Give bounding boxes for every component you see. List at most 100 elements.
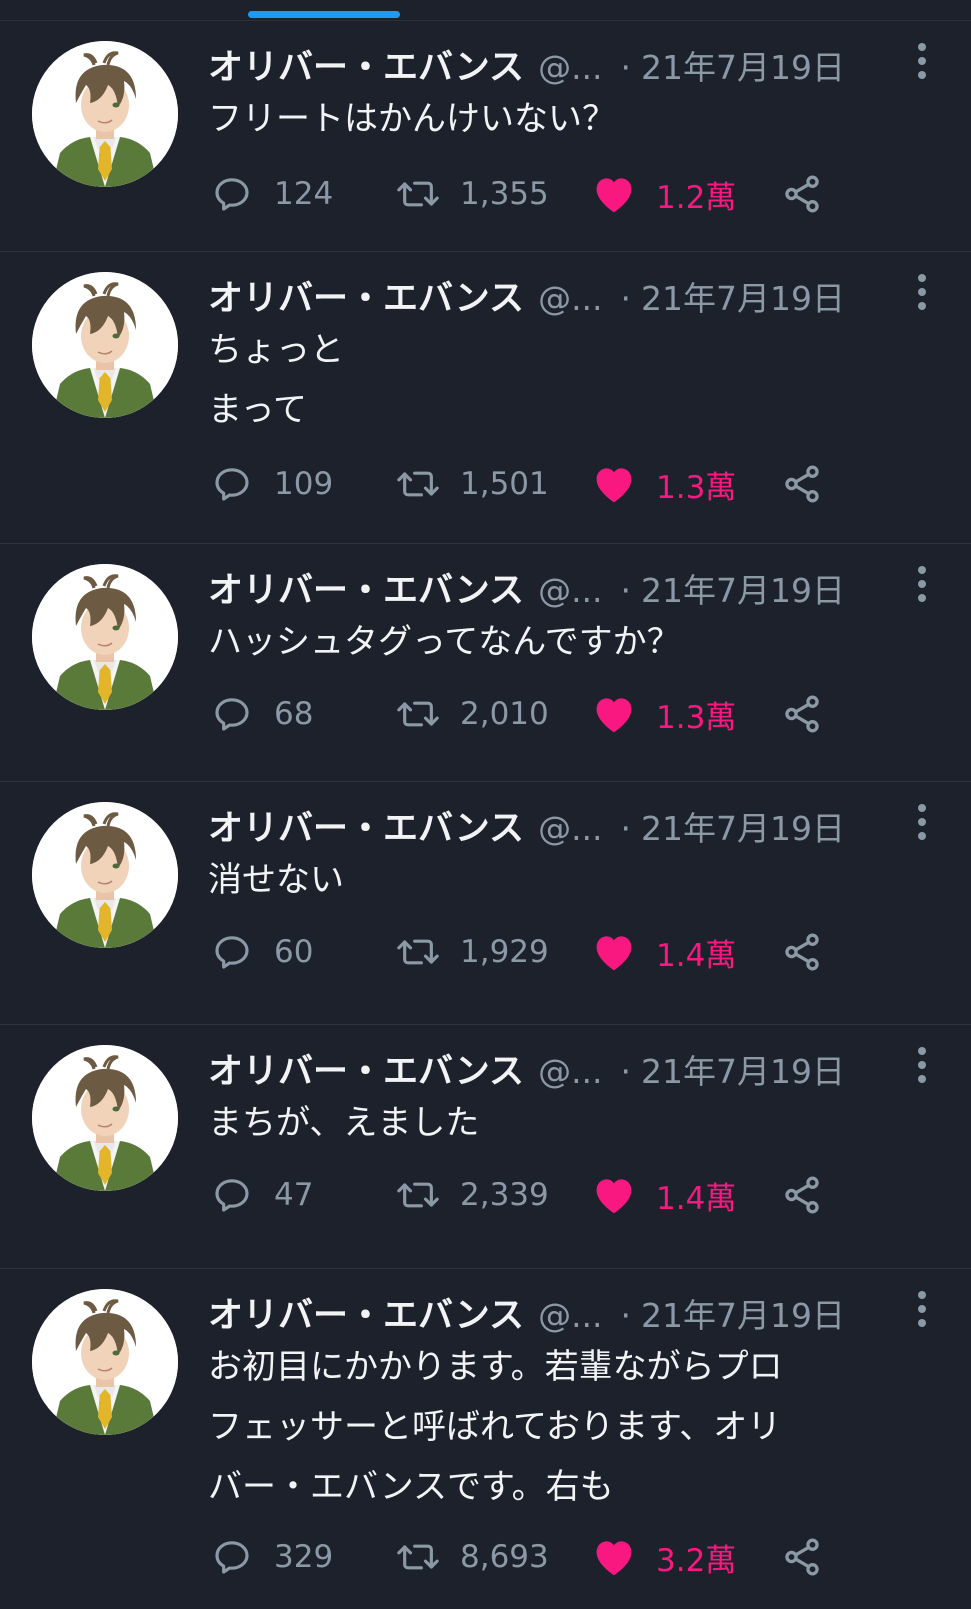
tweet-header: オリバー・エバンス @... · 21年7月19日 bbox=[208, 39, 901, 89]
display-name[interactable]: オリバー・エバンス bbox=[208, 39, 524, 90]
user-handle[interactable]: @... bbox=[538, 1052, 602, 1091]
reply-count: 47 bbox=[274, 1177, 314, 1213]
user-handle[interactable]: @... bbox=[538, 1296, 602, 1335]
reply-button[interactable]: 68 bbox=[210, 689, 313, 739]
tweet-text: お初目にかかります。若輩ながらプロ フェッサーと呼ばれております、オリ バー・エ… bbox=[208, 1347, 783, 1507]
like-count: 1.3萬 bbox=[656, 699, 737, 736]
tweet-date[interactable]: 21年7月19日 bbox=[641, 272, 845, 320]
reply-count: 68 bbox=[274, 696, 314, 732]
user-handle[interactable]: @... bbox=[538, 571, 602, 610]
tweet-content: オリバー・エバンス @... · 21年7月19日 フリートはかんけいない？ bbox=[208, 39, 901, 149]
retweet-count: 2,010 bbox=[460, 696, 549, 732]
separator-dot: · bbox=[620, 809, 632, 848]
tweet-text: まちが、えました bbox=[208, 1103, 480, 1143]
tweet[interactable]: オリバー・エバンス @... · 21年7月19日 お初目にかかります。若輩なが… bbox=[0, 1269, 971, 1609]
like-count: 1.4萬 bbox=[656, 1180, 737, 1217]
reply-button[interactable]: 124 bbox=[210, 169, 333, 219]
display-name[interactable]: オリバー・エバンス bbox=[208, 1287, 524, 1338]
tweet-date[interactable]: 21年7月19日 bbox=[641, 1289, 845, 1337]
reply-button[interactable]: 47 bbox=[210, 1170, 313, 1220]
avatar[interactable] bbox=[32, 41, 178, 187]
tweet[interactable]: オリバー・エバンス @... · 21年7月19日 ハッシュタグってなんですか？… bbox=[0, 544, 971, 782]
retweet-button[interactable]: 2,010 bbox=[396, 689, 549, 739]
reply-count: 329 bbox=[274, 1539, 334, 1575]
tweet-header: オリバー・エバンス @... · 21年7月19日 bbox=[208, 1287, 901, 1337]
retweet-button[interactable]: 1,355 bbox=[396, 169, 549, 219]
like-button[interactable]: 1.3萬 bbox=[592, 459, 736, 509]
share-button[interactable] bbox=[780, 927, 824, 977]
retweet-count: 2,339 bbox=[460, 1177, 549, 1213]
reply-icon bbox=[210, 1535, 254, 1579]
avatar[interactable] bbox=[32, 1045, 178, 1191]
display-name[interactable]: オリバー・エバンス bbox=[208, 800, 524, 851]
tweet-header: オリバー・エバンス @... · 21年7月19日 bbox=[208, 800, 901, 850]
tweet-content: オリバー・エバンス @... · 21年7月19日 お初目にかかります。若輩なが… bbox=[208, 1287, 901, 1517]
avatar[interactable] bbox=[32, 1289, 178, 1435]
retweet-button[interactable]: 1,929 bbox=[396, 927, 549, 977]
share-button[interactable] bbox=[780, 1170, 824, 1220]
avatar[interactable] bbox=[32, 272, 178, 418]
share-icon bbox=[780, 930, 824, 974]
more-options-icon[interactable] bbox=[917, 43, 927, 79]
tweet-content: オリバー・エバンス @... · 21年7月19日 ハッシュタグってなんですか？ bbox=[208, 562, 901, 672]
tweet[interactable]: オリバー・エバンス @... · 21年7月19日 消せない 60 1,929 … bbox=[0, 782, 971, 1025]
tweet-feed: オリバー・エバンス @... · 21年7月19日 フリートはかんけいない？ 1… bbox=[0, 21, 971, 1609]
user-handle[interactable]: @... bbox=[538, 48, 602, 87]
tweet-date[interactable]: 21年7月19日 bbox=[641, 1045, 845, 1093]
retweet-count: 1,355 bbox=[460, 176, 549, 212]
retweet-button[interactable]: 2,339 bbox=[396, 1170, 549, 1220]
like-count: 1.2萬 bbox=[656, 179, 737, 216]
like-button[interactable]: 1.4萬 bbox=[592, 1170, 736, 1220]
reply-button[interactable]: 329 bbox=[210, 1532, 333, 1582]
reply-button[interactable]: 60 bbox=[210, 927, 313, 977]
more-options-icon[interactable] bbox=[917, 804, 927, 840]
like-count: 3.2萬 bbox=[656, 1542, 737, 1579]
share-button[interactable] bbox=[780, 689, 824, 739]
more-options-icon[interactable] bbox=[917, 274, 927, 310]
display-name[interactable]: オリバー・エバンス bbox=[208, 562, 524, 613]
tweet-date[interactable]: 21年7月19日 bbox=[641, 41, 845, 89]
tab-active-indicator bbox=[248, 11, 400, 18]
tweet-actions: 109 1,501 1.3萬 bbox=[210, 459, 850, 509]
tweet[interactable]: オリバー・エバンス @... · 21年7月19日 まちが、えました 47 2,… bbox=[0, 1025, 971, 1269]
user-handle[interactable]: @... bbox=[538, 809, 602, 848]
tweet-text: フリートはかんけいない？ bbox=[208, 99, 616, 139]
share-button[interactable] bbox=[780, 169, 824, 219]
more-options-icon[interactable] bbox=[917, 1047, 927, 1083]
tweet-content: オリバー・エバンス @... · 21年7月19日 ちょっと まって bbox=[208, 270, 901, 440]
tweet-content: オリバー・エバンス @... · 21年7月19日 消せない bbox=[208, 800, 901, 910]
share-icon bbox=[780, 462, 824, 506]
heart-icon bbox=[592, 930, 636, 974]
tweet-date[interactable]: 21年7月19日 bbox=[641, 802, 845, 850]
more-options-icon[interactable] bbox=[917, 566, 927, 602]
avatar[interactable] bbox=[32, 802, 178, 948]
retweet-button[interactable]: 8,693 bbox=[396, 1532, 549, 1582]
retweet-button[interactable]: 1,501 bbox=[396, 459, 549, 509]
avatar[interactable] bbox=[32, 564, 178, 710]
tweet[interactable]: オリバー・エバンス @... · 21年7月19日 フリートはかんけいない？ 1… bbox=[0, 21, 971, 252]
user-handle[interactable]: @... bbox=[538, 279, 602, 318]
share-icon bbox=[780, 1173, 824, 1217]
reply-button[interactable]: 109 bbox=[210, 459, 333, 509]
like-button[interactable]: 1.4萬 bbox=[592, 927, 736, 977]
like-button[interactable]: 1.3萬 bbox=[592, 689, 736, 739]
retweet-count: 1,929 bbox=[460, 934, 549, 970]
share-icon bbox=[780, 1535, 824, 1579]
tweet-date[interactable]: 21年7月19日 bbox=[641, 564, 845, 612]
reply-icon bbox=[210, 1173, 254, 1217]
reply-count: 124 bbox=[274, 176, 334, 212]
like-button[interactable]: 3.2萬 bbox=[592, 1532, 736, 1582]
reply-icon bbox=[210, 930, 254, 974]
share-button[interactable] bbox=[780, 459, 824, 509]
retweet-icon bbox=[396, 930, 440, 974]
tweet[interactable]: オリバー・エバンス @... · 21年7月19日 ちょっと まって 109 1… bbox=[0, 252, 971, 544]
more-options-icon[interactable] bbox=[917, 1291, 927, 1327]
tweet-actions: 329 8,693 3.2萬 bbox=[210, 1532, 850, 1582]
share-button[interactable] bbox=[780, 1532, 824, 1582]
retweet-count: 8,693 bbox=[460, 1539, 549, 1575]
display-name[interactable]: オリバー・エバンス bbox=[208, 1043, 524, 1094]
retweet-icon bbox=[396, 462, 440, 506]
display-name[interactable]: オリバー・エバンス bbox=[208, 270, 524, 321]
like-button[interactable]: 1.2萬 bbox=[592, 169, 736, 219]
retweet-icon bbox=[396, 692, 440, 736]
